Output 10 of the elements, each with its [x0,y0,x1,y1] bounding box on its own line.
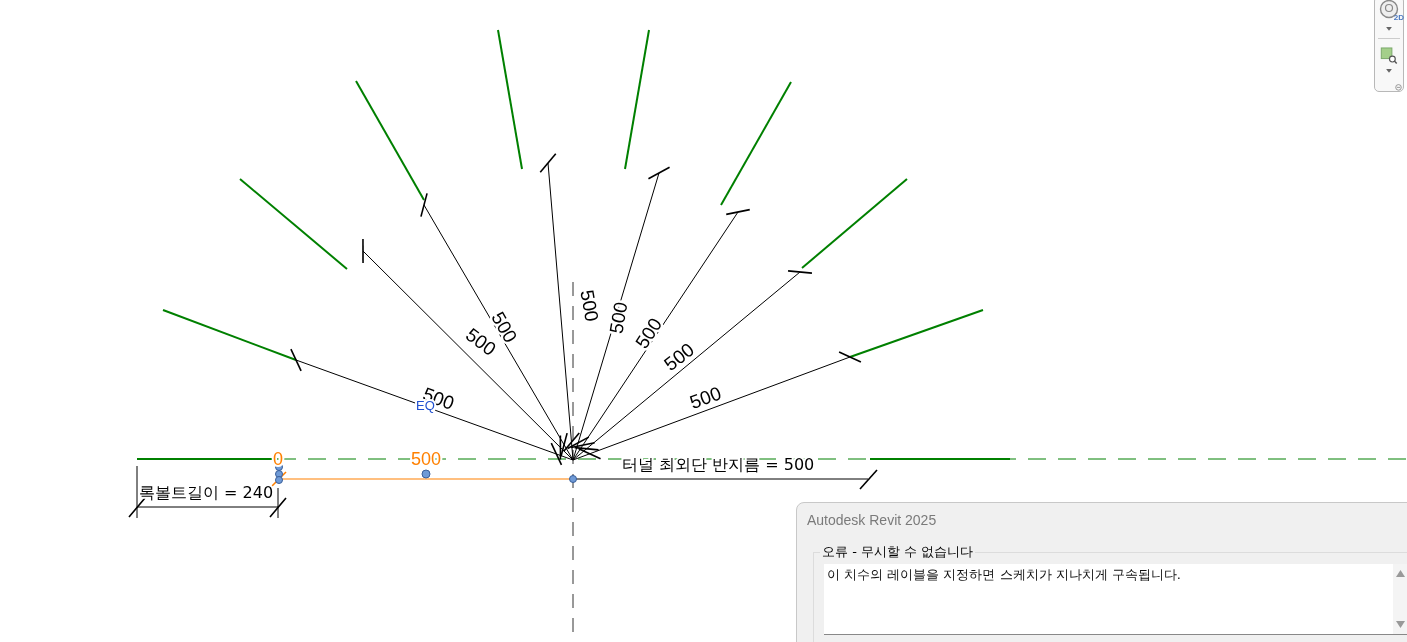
dialog-title: Autodesk Revit 2025 [807,512,938,528]
dimension-text: 500 [411,449,441,469]
parameter-label: 록볼트길이 = 240 [139,483,274,502]
group-label: 오류 - 무시할 수 없습니다 [820,543,976,561]
parameter-label: 터널 최외단 반지름 = 500 [622,455,815,474]
dimension-text: 500 [687,382,724,413]
dimension-text: 500 [605,300,632,336]
error-message: 이 치수의 레이블을 지정하면 스케치가 지나치게 구속됩니다. [826,566,1182,584]
dimension-text: 500 [576,288,603,324]
view-mode-label: 2D [1393,13,1404,23]
